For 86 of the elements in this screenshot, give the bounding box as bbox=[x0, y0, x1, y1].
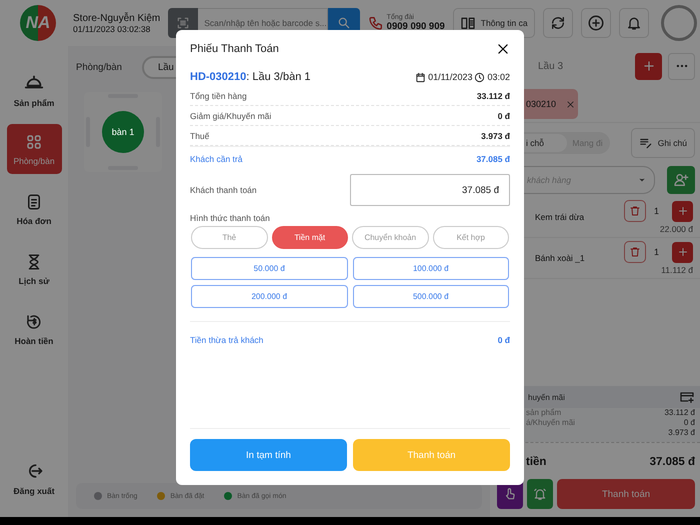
close-icon bbox=[566, 100, 576, 108]
payment-method-option[interactable]: Tiền mặt bbox=[272, 226, 348, 249]
quick-amount-button[interactable]: 200.000 đ bbox=[191, 285, 348, 308]
panel-title: Phòng/bàn bbox=[76, 62, 122, 72]
bell-icon bbox=[533, 487, 547, 501]
close-icon bbox=[496, 42, 510, 56]
sidebar-item[interactable]: Hoàn tiền bbox=[6, 304, 62, 354]
bell-icon bbox=[626, 15, 642, 31]
sync-icon bbox=[550, 15, 566, 31]
summary-value: 3.973 đ bbox=[668, 428, 695, 438]
date-time: 01/11/2023 03:02:38 bbox=[73, 24, 152, 34]
payment-method-option[interactable]: Kết hợp bbox=[432, 226, 509, 249]
note-icon bbox=[638, 136, 653, 150]
amount-value: 0 đ bbox=[498, 110, 510, 120]
payment-method-label: Hình thức thanh toán bbox=[190, 213, 271, 223]
note-button[interactable]: Ghi chú bbox=[630, 128, 695, 158]
summary-value: 0 đ bbox=[684, 418, 695, 428]
summary-label: sản phẩm bbox=[526, 408, 562, 418]
plus-icon bbox=[676, 246, 688, 258]
plus-icon bbox=[676, 205, 688, 217]
summary-value: 33.112 đ bbox=[664, 408, 695, 418]
checkout-button[interactable]: Thanh toán bbox=[557, 479, 695, 509]
quantity: 1 bbox=[654, 206, 660, 216]
item-name: Bánh xoài _1 bbox=[535, 253, 586, 263]
trash-icon bbox=[629, 205, 641, 217]
book-icon bbox=[460, 15, 476, 31]
calendar-icon bbox=[415, 72, 426, 82]
avatar[interactable] bbox=[660, 5, 697, 41]
floor-label: Lầu 3 bbox=[538, 60, 564, 72]
trash-icon bbox=[629, 246, 641, 258]
print-button[interactable]: In tạm tính bbox=[190, 439, 347, 471]
amount-value: 37.085 đ bbox=[476, 154, 510, 164]
paid-label: Khách thanh toán bbox=[190, 185, 257, 195]
scan-icon bbox=[176, 16, 190, 30]
clock-icon bbox=[474, 72, 486, 82]
payment-method-option[interactable]: Chuyển khoản bbox=[352, 226, 428, 249]
total-value: 37.085 đ bbox=[650, 456, 695, 468]
invoice-time: 03:02 bbox=[487, 72, 510, 82]
sidebar-item[interactable]: Lịch sử bbox=[6, 244, 62, 294]
summary-label: á/Khuyến mãi bbox=[526, 418, 575, 428]
hotline-number: 0909 090 909 bbox=[386, 21, 445, 32]
add-customer-button[interactable] bbox=[667, 166, 695, 194]
plus-circle-icon bbox=[586, 14, 605, 32]
change-value: 0 đ bbox=[498, 335, 510, 345]
summary-title: huyến mãi bbox=[528, 392, 565, 402]
increase-button[interactable] bbox=[672, 242, 693, 262]
dialog-title: Phiếu Thanh Toán bbox=[190, 43, 279, 55]
item-name: Kem trái dừa bbox=[535, 212, 586, 222]
paid-input[interactable]: 37.085 đ bbox=[350, 174, 510, 206]
total-label: tiền bbox=[526, 456, 546, 468]
quick-amount-button[interactable]: 500.000 đ bbox=[352, 285, 509, 308]
amount-label: Khách cần trả bbox=[190, 154, 242, 164]
sync-button[interactable] bbox=[542, 8, 573, 38]
increase-button[interactable] bbox=[672, 200, 693, 222]
phone-icon bbox=[368, 15, 384, 31]
amount-label: Giảm giá/Khuyến mãi bbox=[190, 110, 272, 120]
add-button[interactable] bbox=[580, 8, 611, 38]
document-icon bbox=[25, 192, 43, 210]
amount-label: Tổng tiền hàng bbox=[190, 90, 247, 100]
hand-pointer-icon bbox=[503, 487, 517, 501]
invoice-title: HD-030210: Lầu 3/bàn 1 bbox=[190, 71, 310, 83]
add-order-button[interactable] bbox=[635, 52, 662, 80]
store-name: Store-Nguyễn Kiệm bbox=[73, 12, 160, 24]
change-label: Tiền thừa trả khách bbox=[190, 335, 264, 345]
amount-label: Thuế bbox=[190, 130, 210, 140]
payment-method-option[interactable]: Thẻ bbox=[191, 226, 268, 249]
logout-item[interactable]: Đăng xuất bbox=[6, 453, 62, 503]
notification-button[interactable] bbox=[618, 8, 649, 38]
caret-icon bbox=[638, 176, 646, 184]
item-price: 22.000 đ bbox=[660, 224, 693, 234]
sidebar-item[interactable]: Hóa đơn bbox=[6, 184, 62, 234]
quantity: 1 bbox=[654, 247, 660, 257]
grid-icon bbox=[25, 132, 43, 150]
add-person-icon bbox=[673, 172, 689, 188]
plus-icon bbox=[642, 59, 656, 73]
table-card[interactable]: bàn 1 bbox=[84, 92, 162, 172]
sidebar-item[interactable]: Phòng/bàn bbox=[6, 124, 62, 174]
close-button[interactable] bbox=[496, 42, 510, 56]
quick-amount-button[interactable]: 100.000 đ bbox=[352, 257, 509, 280]
quick-amount-button[interactable]: 50.000 đ bbox=[191, 257, 348, 280]
delete-button[interactable] bbox=[624, 200, 646, 222]
invoice-date: 01/11/2023 bbox=[428, 72, 472, 82]
money-refund-icon bbox=[25, 312, 43, 330]
delete-button[interactable] bbox=[624, 241, 646, 263]
item-price: 11.112 đ bbox=[661, 265, 693, 275]
sidebar-item[interactable]: Sản phẩm bbox=[6, 64, 62, 114]
